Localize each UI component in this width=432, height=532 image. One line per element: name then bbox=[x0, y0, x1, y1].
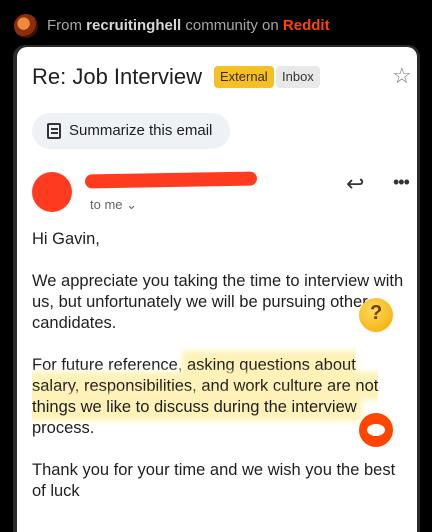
reddit-source-bar: From recruitinghell community on Reddit bbox=[0, 0, 432, 40]
recipient-details-toggle[interactable]: to me ⌄ bbox=[90, 197, 137, 213]
reddit-logo bbox=[359, 413, 393, 447]
more-icon[interactable]: ••• bbox=[393, 172, 410, 193]
source-caption: From recruitinghell community on Reddit bbox=[47, 17, 330, 34]
community-avatar bbox=[14, 14, 38, 38]
star-icon[interactable]: ☆ bbox=[392, 63, 412, 89]
summarize-button[interactable]: Summarize this email bbox=[32, 113, 230, 149]
summarize-label: Summarize this email bbox=[69, 122, 213, 139]
email-card: Re: Job Interview External Inbox ☆ Summa… bbox=[17, 47, 417, 532]
site-name[interactable]: Reddit bbox=[283, 17, 330, 34]
sender-avatar-redacted bbox=[32, 172, 72, 212]
source-prefix: From bbox=[47, 17, 82, 34]
body-paragraph-3: Thank you for your time and we wish you … bbox=[32, 461, 396, 500]
para2-after: process. bbox=[32, 419, 95, 437]
summarize-icon bbox=[47, 123, 61, 139]
body-paragraph-2: For future reference, asking questions a… bbox=[32, 355, 404, 439]
sender-name-redacted bbox=[84, 171, 258, 189]
community-name[interactable]: recruitinghell bbox=[86, 17, 181, 34]
source-middle: community on bbox=[185, 17, 279, 34]
reply-icon[interactable]: ↩ bbox=[346, 171, 364, 197]
body-paragraph-1: We appreciate you taking the time to int… bbox=[32, 272, 404, 332]
email-subject: Re: Job Interview bbox=[32, 64, 202, 89]
thinking-face-emoji bbox=[359, 298, 393, 332]
greeting: Hi Gavin, bbox=[32, 230, 100, 248]
label-inbox[interactable]: Inbox bbox=[276, 66, 320, 88]
label-external: External bbox=[214, 66, 274, 88]
email-body: Hi Gavin, We appreciate you taking the t… bbox=[32, 229, 404, 523]
para2-before: For future reference, bbox=[32, 356, 187, 374]
